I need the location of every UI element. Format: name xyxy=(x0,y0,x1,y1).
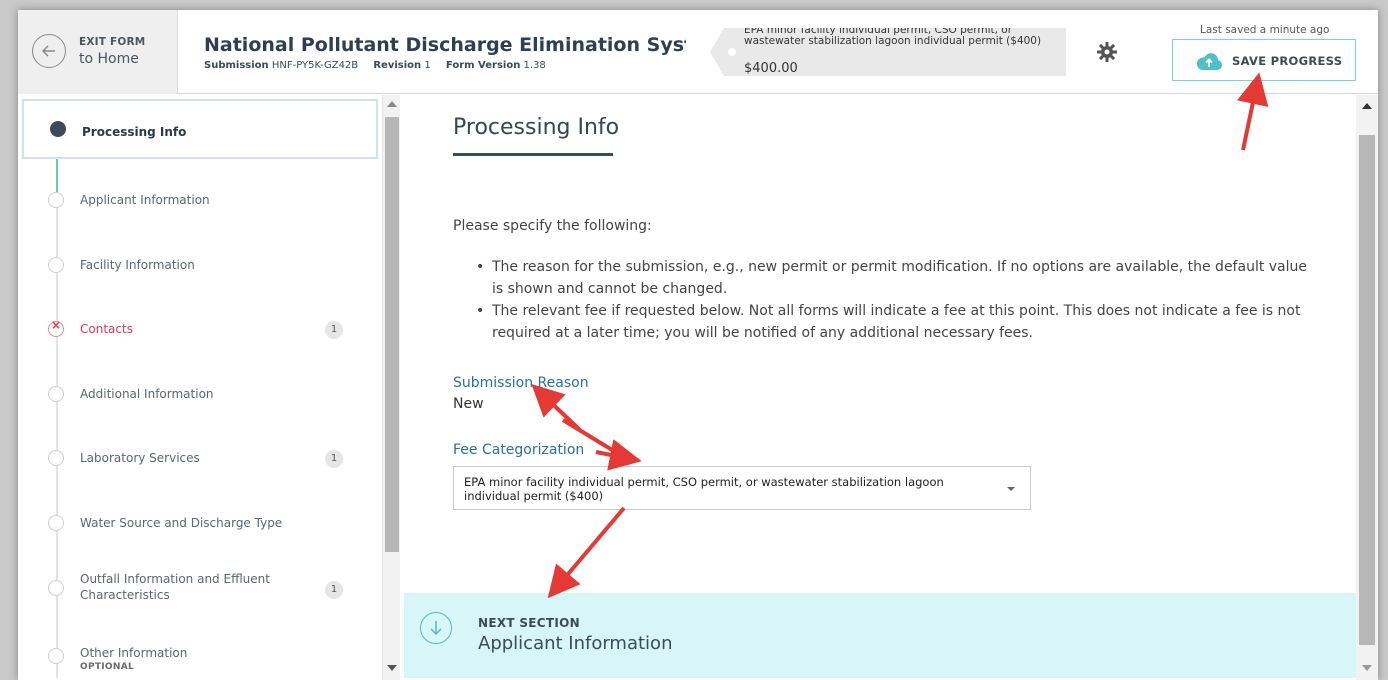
sidebar-item-label: Facility Information xyxy=(80,258,195,272)
next-section-label: NEXT SECTION xyxy=(478,616,580,630)
fee-categorization-select[interactable]: EPA minor facility individual permit, CS… xyxy=(453,466,1031,510)
nav-step-dot xyxy=(48,648,64,664)
arrow-down-icon xyxy=(420,612,452,644)
scroll-down-icon[interactable] xyxy=(387,665,397,671)
fee-selected-value: EPA minor facility individual permit, CS… xyxy=(464,475,944,503)
exit-form-button[interactable]: EXIT FORM to Home xyxy=(18,10,178,94)
gear-icon[interactable] xyxy=(1096,41,1118,67)
exit-form-label: EXIT FORM xyxy=(79,36,146,48)
fee-categorization-label: Fee Categorization xyxy=(453,442,585,458)
sidebar-item-water-source[interactable]: Water Source and Discharge Type xyxy=(18,493,382,553)
sidebar-item-label: Contacts xyxy=(80,322,133,336)
sidebar-item-applicant-information[interactable]: Applicant Information xyxy=(18,171,382,231)
instruction-item: The reason for the submission, e.g., new… xyxy=(474,256,1314,300)
submission-reason-label: Submission Reason xyxy=(453,375,589,391)
scroll-up-icon[interactable] xyxy=(387,101,397,107)
sidebar-item-processing-info[interactable]: Processing Info xyxy=(22,99,378,159)
error-count-badge: 1 xyxy=(325,581,343,599)
last-saved-status: Last saved a minute ago xyxy=(1200,24,1330,36)
sidebar-item-contacts[interactable]: Contacts 1 xyxy=(18,300,382,360)
sidebar-item-outfall-information[interactable]: Outfall Information and Effluent Charact… xyxy=(18,558,382,618)
sidebar-item-label: Applicant Information xyxy=(80,193,210,207)
scrollbar-thumb[interactable] xyxy=(1359,135,1375,645)
error-icon xyxy=(48,318,64,337)
optional-tag: OPTIONAL xyxy=(80,662,135,672)
sidebar-item-label: Outfall Information and Effluent xyxy=(80,572,270,586)
sidebar-item-additional-information[interactable]: Additional Information xyxy=(18,365,382,425)
revision-value: 1 xyxy=(424,60,431,71)
nav-step-dot xyxy=(48,450,64,466)
submission-meta: Submission HNF-PY5K-GZ42B Revision 1 For… xyxy=(204,60,558,71)
submission-reason-value: New xyxy=(453,396,484,412)
sidebar-item-other-information[interactable]: Other Information OPTIONAL xyxy=(18,626,382,680)
error-count-badge: 1 xyxy=(325,450,343,468)
sidebar-scrollbar[interactable] xyxy=(382,95,400,680)
intro-text: Please specify the following: xyxy=(453,218,652,234)
nav-step-dot xyxy=(48,386,64,402)
header: EXIT FORM to Home National Pollutant Dis… xyxy=(18,10,1378,94)
section-nav: Processing Info Applicant Information Fa… xyxy=(18,95,382,680)
save-progress-label: SAVE PROGRESS xyxy=(1232,54,1343,68)
cloud-upload-icon xyxy=(1196,53,1223,70)
sidebar-item-label: Laboratory Services xyxy=(80,451,200,465)
next-section-button[interactable]: NEXT SECTION Applicant Information xyxy=(404,593,1356,678)
nav-step-dot xyxy=(48,257,64,273)
app-window: EXIT FORM to Home National Pollutant Dis… xyxy=(18,10,1378,680)
section-title: Processing Info xyxy=(453,115,620,140)
instruction-list: The reason for the submission, e.g., new… xyxy=(474,256,1314,344)
nav-step-dot xyxy=(48,192,64,208)
submission-id: HNF-PY5K-GZ42B xyxy=(271,60,359,71)
fee-tag: EPA minor facility individual permit, CS… xyxy=(710,28,1066,76)
form-version-value: 1.38 xyxy=(523,60,546,71)
sidebar-item-label: Water Source and Discharge Type xyxy=(80,516,283,530)
form-version-label: Form Version xyxy=(445,60,521,71)
nav-step-dot xyxy=(50,121,66,137)
sidebar-item-facility-information[interactable]: Facility Information xyxy=(18,236,382,296)
scroll-down-icon[interactable] xyxy=(1362,665,1372,671)
sidebar-item-label: Additional Information xyxy=(80,387,214,401)
revision-label: Revision xyxy=(373,60,422,71)
nav-step-dot xyxy=(48,515,64,531)
main-scrollbar[interactable] xyxy=(1356,95,1378,680)
exit-form-sublabel: to Home xyxy=(79,51,139,67)
error-count-badge: 1 xyxy=(325,321,343,339)
submission-label: Submission xyxy=(204,60,269,71)
sidebar-item-label: Processing Info xyxy=(82,125,187,139)
fee-tag-amount: $400.00 xyxy=(744,61,798,76)
scroll-up-icon[interactable] xyxy=(1362,103,1372,109)
sidebar-item-laboratory-services[interactable]: Laboratory Services 1 xyxy=(18,429,382,489)
sidebar-item-label-line2: Characteristics xyxy=(80,588,170,602)
form-title: National Pollutant Discharge Elimination… xyxy=(204,34,686,56)
scrollbar-thumb[interactable] xyxy=(385,117,399,552)
back-arrow-icon xyxy=(32,34,66,68)
sidebar-item-label: Other Information xyxy=(80,646,188,660)
nav-step-dot xyxy=(48,580,64,596)
chevron-down-icon xyxy=(1007,487,1015,491)
save-progress-button[interactable]: SAVE PROGRESS xyxy=(1172,39,1356,81)
fee-tag-description: EPA minor facility individual permit, CS… xyxy=(744,28,1042,47)
next-section-title: Applicant Information xyxy=(478,633,673,654)
title-underline xyxy=(453,153,613,156)
instruction-item: The relevant fee if requested below. Not… xyxy=(474,300,1314,344)
fee-tag-hole xyxy=(728,48,736,56)
